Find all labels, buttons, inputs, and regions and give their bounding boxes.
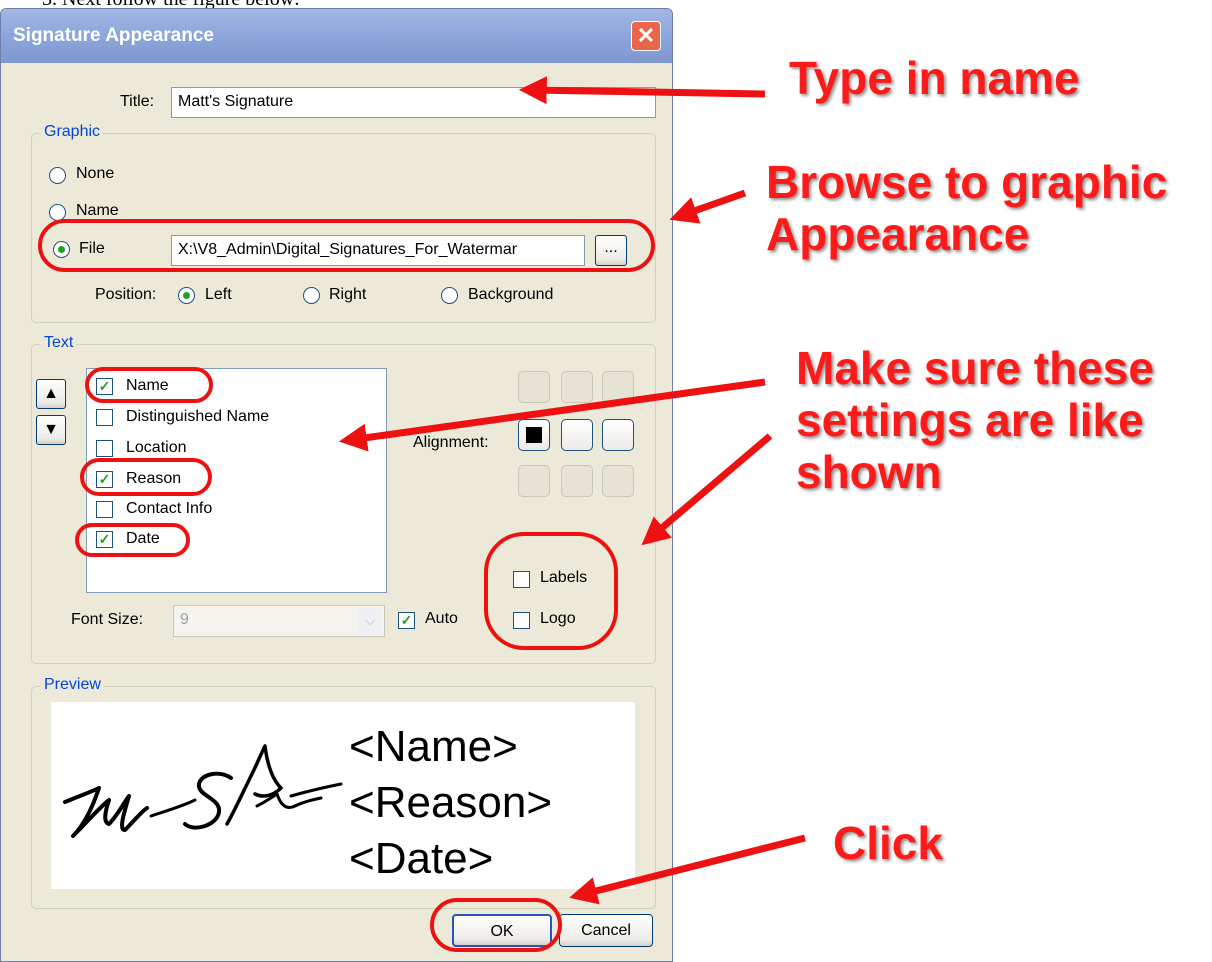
- arrow-to-labels-logo: [641, 433, 773, 546]
- callout-browse-line1: Browse to graphic: [766, 156, 1168, 208]
- arrow-to-title: [518, 76, 766, 105]
- callout-settings-line2: settings are like: [796, 394, 1144, 446]
- callout-settings-line1: Make sure these: [796, 342, 1154, 394]
- arrow-to-list: [338, 378, 766, 452]
- callout-settings-line3: shown: [796, 446, 942, 498]
- callout-browse-line2: Appearance: [766, 208, 1030, 260]
- arrow-to-ok: [569, 834, 806, 905]
- annotation-arrows: [338, 76, 806, 905]
- callout-type-in-name: Type in name: [789, 52, 1080, 104]
- arrow-to-file: [669, 189, 747, 224]
- callout-click: Click: [833, 817, 943, 869]
